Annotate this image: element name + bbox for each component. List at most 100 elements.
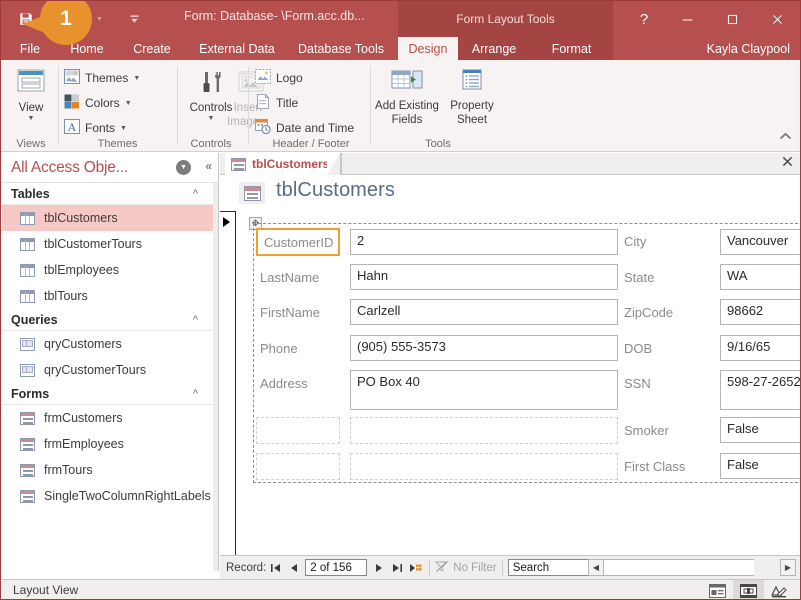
sidebar-item-tblemployees[interactable]: tblEmployees	[2, 257, 214, 283]
field-value-dob[interactable]: 9/16/65	[720, 335, 800, 361]
field-label-smoker[interactable]: Smoker	[624, 417, 714, 443]
previous-record-icon[interactable]	[284, 559, 302, 577]
add-existing-fields-button[interactable]: Add Existing Fields	[373, 68, 441, 127]
field-label-state[interactable]: State	[624, 264, 714, 290]
field-value-ssn[interactable]: 598-27-2652	[720, 370, 800, 410]
first-record-icon[interactable]	[266, 559, 284, 577]
chevron-up-icon[interactable]: ^	[193, 314, 198, 326]
tab-database-tools[interactable]: Database Tools	[291, 37, 391, 60]
minimize-button[interactable]	[665, 1, 710, 37]
no-filter-label: No Filter	[453, 561, 497, 574]
empty-layout-cell[interactable]	[256, 453, 340, 480]
sidebar-item-tbltours[interactable]: tblTours	[2, 283, 214, 309]
colors-button[interactable]: Colors ▼	[64, 94, 132, 112]
field-value-state[interactable]: WA	[720, 264, 800, 290]
nav-item-label: frmTours	[44, 463, 93, 477]
scrollbar-track[interactable]	[754, 559, 780, 576]
field-label-phone[interactable]: Phone	[260, 335, 340, 361]
chevron-down-icon[interactable]: ▼	[176, 160, 191, 175]
chevron-up-icon[interactable]: ^	[193, 388, 198, 400]
nav-item-label: SingleTwoColumnRightLabels	[44, 489, 211, 503]
scroll-right-icon[interactable]: ▶	[780, 559, 796, 576]
field-label-customerid[interactable]: CustomerID	[256, 228, 340, 256]
sidebar-item-frmtours[interactable]: frmTours	[2, 457, 214, 483]
field-label-address[interactable]: Address	[260, 370, 340, 396]
sidebar-item-tblcustomers[interactable]: tblCustomers	[2, 205, 214, 231]
scrollbar-thumb[interactable]	[604, 559, 754, 576]
view-shortcut-buttons	[702, 580, 795, 599]
field-value-customerid[interactable]: 2	[350, 229, 618, 255]
field-label-zipcode[interactable]: ZipCode	[624, 299, 714, 325]
field-label-ssn[interactable]: SSN	[624, 370, 714, 396]
sidebar-item-tblcustomertours[interactable]: tblCustomerTours	[2, 231, 214, 257]
maximize-button[interactable]	[710, 1, 755, 37]
no-filter-button[interactable]: No Filter	[434, 560, 497, 576]
view-button[interactable]: View ▼	[5, 68, 57, 122]
empty-layout-cell[interactable]	[350, 417, 618, 444]
new-record-icon[interactable]	[406, 559, 424, 577]
nav-group-tables[interactable]: Tables ^	[2, 183, 214, 205]
next-record-icon[interactable]	[370, 559, 388, 577]
help-button[interactable]: ?	[623, 1, 665, 37]
user-name[interactable]: Kayla Claypool	[707, 37, 790, 60]
last-record-icon[interactable]	[388, 559, 406, 577]
themes-dropdown-icon[interactable]: ▼	[133, 75, 140, 82]
field-value-phone[interactable]: (905) 555-3573	[350, 335, 618, 361]
field-value-zipcode[interactable]: 98662	[720, 299, 800, 325]
tab-create[interactable]: Create	[125, 37, 179, 60]
field-value-first-class[interactable]: False	[720, 453, 800, 479]
empty-layout-cell[interactable]	[256, 417, 340, 444]
sidebar-item-frmemployees[interactable]: frmEmployees	[2, 431, 214, 457]
field-value-lastname[interactable]: Hahn	[350, 264, 618, 290]
record-selector-column[interactable]	[220, 211, 236, 555]
logo-button[interactable]: Logo	[255, 69, 303, 87]
themes-button[interactable]: Themes ▼	[64, 69, 140, 87]
scroll-left-icon[interactable]: ◀	[588, 559, 604, 576]
fonts-dropdown-icon[interactable]: ▼	[120, 125, 127, 132]
redo-dropdown-icon[interactable]: ▼	[96, 16, 103, 23]
close-button[interactable]	[755, 1, 800, 37]
document-tab-tblcustomers[interactable]: tblCustomers	[225, 153, 343, 175]
field-label-first-class[interactable]: First Class	[624, 453, 714, 479]
tab-format[interactable]: Format	[530, 37, 613, 60]
field-label-city[interactable]: City	[624, 228, 714, 254]
field-value-smoker[interactable]: False	[720, 417, 800, 443]
design-view-button[interactable]	[764, 580, 795, 599]
navigation-pane-scrollbar[interactable]	[213, 183, 218, 571]
form-view-button[interactable]	[702, 580, 733, 599]
colors-dropdown-icon[interactable]: ▼	[125, 100, 132, 107]
ribbon-collapse-icon[interactable]	[779, 132, 792, 144]
sidebar-item-qrycustomertours[interactable]: qryCustomerTours	[2, 357, 214, 383]
property-sheet-label-1: Property	[450, 100, 494, 112]
horizontal-scrollbar[interactable]: ◀ ▶	[588, 559, 796, 576]
sidebar-item-singletwocolumnrightlabels[interactable]: SingleTwoColumnRightLabels	[2, 483, 214, 509]
date-and-time-button[interactable]: Date and Time	[255, 119, 354, 137]
close-icon[interactable]	[782, 156, 793, 170]
double-chevron-left-icon[interactable]: «	[205, 159, 212, 173]
customize-qat-icon[interactable]	[124, 8, 146, 30]
tab-external-data[interactable]: External Data	[191, 37, 283, 60]
view-icon	[15, 68, 47, 101]
sidebar-item-frmcustomers[interactable]: frmCustomers	[2, 405, 214, 431]
empty-layout-cell[interactable]	[350, 453, 618, 480]
field-value-address[interactable]: PO Box 40	[350, 370, 618, 410]
field-label-dob[interactable]: DOB	[624, 335, 714, 361]
field-label-firstname[interactable]: FirstName	[260, 299, 340, 325]
field-value-firstname[interactable]: Carlzell	[350, 299, 618, 325]
tab-arrange[interactable]: Arrange	[458, 37, 530, 60]
nav-group-forms[interactable]: Forms ^	[2, 383, 214, 405]
view-dropdown-icon[interactable]: ▼	[28, 115, 35, 122]
field-label-lastname[interactable]: LastName	[260, 264, 340, 290]
layout-view-button[interactable]	[733, 580, 764, 599]
property-sheet-button[interactable]: Property Sheet	[441, 68, 503, 127]
nav-group-queries[interactable]: Queries ^	[2, 309, 214, 331]
window-controls: ?	[623, 1, 800, 37]
record-position-input[interactable]: 2 of 156	[305, 559, 368, 576]
sidebar-item-qrycustomers[interactable]: qryCustomers	[2, 331, 214, 357]
tab-design[interactable]: Design	[398, 37, 458, 60]
fonts-button[interactable]: A Fonts ▼	[64, 119, 127, 137]
field-value-city[interactable]: Vancouver	[720, 229, 800, 255]
tab-file[interactable]: File	[11, 37, 49, 60]
chevron-up-icon[interactable]: ^	[193, 188, 198, 200]
title-button[interactable]: Title	[255, 94, 298, 112]
